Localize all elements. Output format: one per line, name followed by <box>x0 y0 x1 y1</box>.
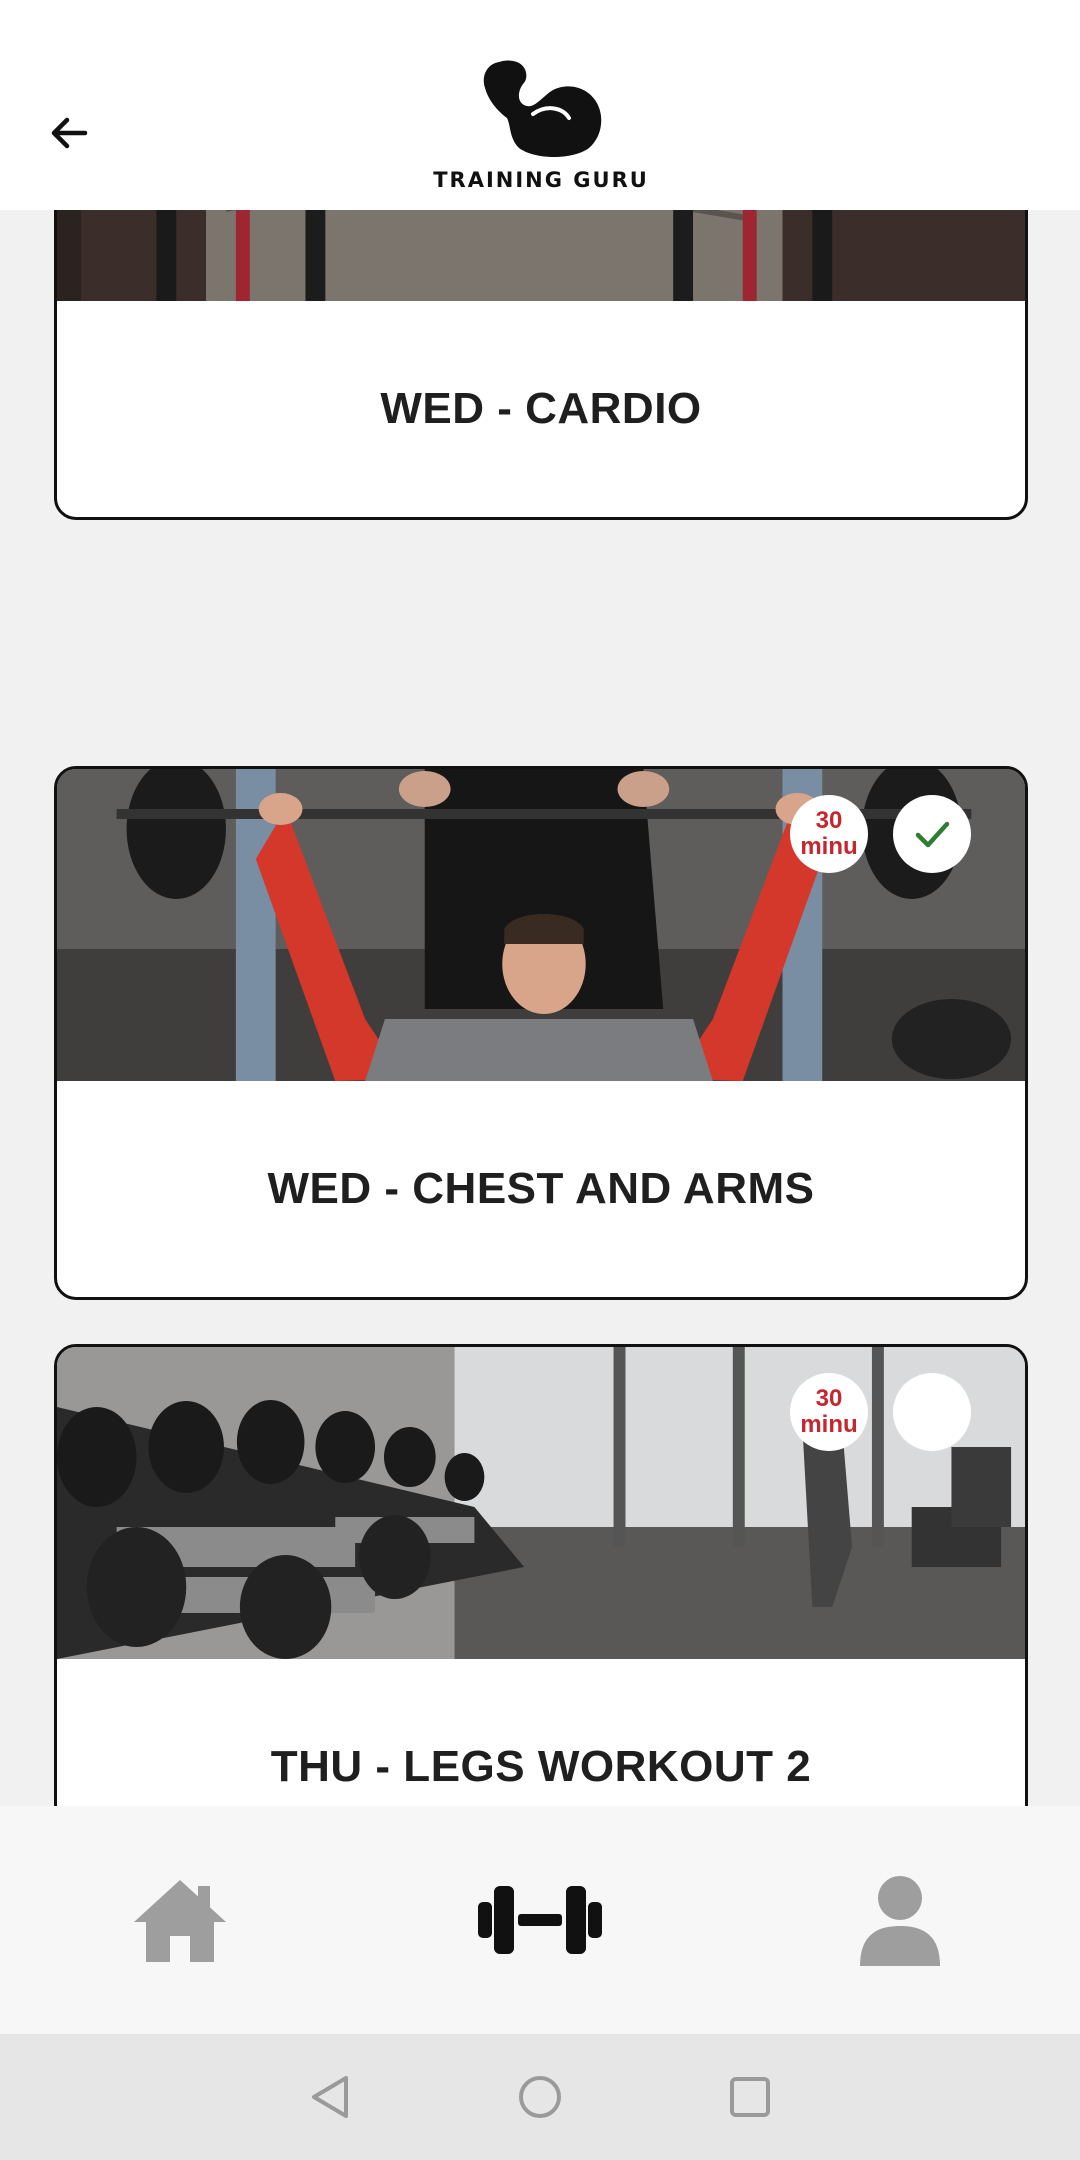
complete-toggle[interactable] <box>893 795 971 873</box>
nav-profile[interactable] <box>720 1806 1080 2034</box>
arrow-left-icon <box>51 117 88 149</box>
person-icon <box>860 1876 940 1966</box>
duration-unit: minu <box>800 833 858 860</box>
duration-badge: 30 minu <box>790 795 868 873</box>
bottom-navigation <box>0 1806 1080 2034</box>
dumbbell-icon <box>478 1886 602 1954</box>
system-recents-button[interactable] <box>720 2067 780 2127</box>
app-header: TRAINING GURU <box>0 0 1080 210</box>
flexed-arm-icon <box>483 60 602 157</box>
workout-title: WED - CARDIO <box>380 384 702 433</box>
system-home-button[interactable] <box>510 2067 570 2127</box>
workout-title: WED - CHEST AND ARMS <box>267 1164 815 1213</box>
system-back-button[interactable] <box>300 2067 360 2127</box>
workout-card[interactable]: 30 minu WED - CARDIO <box>54 210 1028 520</box>
duration-value: 30 <box>815 806 843 834</box>
complete-toggle[interactable] <box>893 1373 971 1451</box>
recents-square-icon <box>730 2077 770 2117</box>
home-circle-icon <box>519 2076 561 2118</box>
app-logo: TRAINING GURU <box>428 56 654 208</box>
workout-image <box>57 210 1025 301</box>
system-navigation-bar <box>0 2034 1080 2160</box>
duration-badge: 30 minu <box>790 1373 868 1451</box>
home-icon <box>134 1880 226 1962</box>
logo-text: TRAINING GURU <box>433 168 649 192</box>
nav-workouts[interactable] <box>360 1806 720 2034</box>
checkmark-icon <box>915 821 950 848</box>
workout-image <box>57 769 1025 1081</box>
workout-title: THU - LEGS WORKOUT 2 <box>270 1742 812 1791</box>
duration-value: 30 <box>815 1384 843 1412</box>
duration-unit: minu <box>800 1411 858 1438</box>
back-button[interactable] <box>36 100 102 166</box>
workout-card[interactable]: 30 minu THU - LEGS WORKOUT 2 <box>54 1344 1028 1806</box>
workout-list[interactable]: 30 minu WED - CARDIO <box>0 210 1080 1806</box>
back-triangle-icon <box>312 2076 348 2118</box>
workout-image <box>57 1347 1025 1659</box>
workout-card[interactable]: 30 minu WED - CHEST AND ARMS <box>54 766 1028 1300</box>
nav-home[interactable] <box>0 1806 360 2034</box>
